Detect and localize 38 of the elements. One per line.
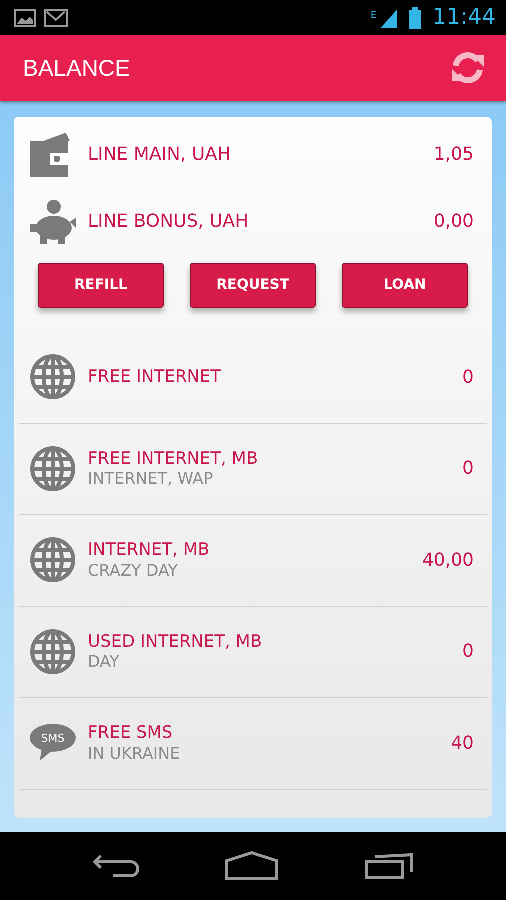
service-title: INTERNET, MB	[88, 540, 210, 561]
action-button[interactable]: REQUEST	[190, 263, 316, 308]
mail-icon	[44, 8, 68, 26]
service-value: 40	[451, 732, 474, 756]
service-subtitle: DAY	[88, 652, 121, 672]
battery-icon	[408, 6, 421, 28]
signal-icon	[380, 8, 397, 28]
screen-title: BALANCE	[23, 54, 130, 83]
service-value: 0	[462, 640, 474, 664]
wallet-icon	[30, 132, 72, 176]
globe-icon	[30, 628, 76, 675]
service-title: FREE SMS	[88, 723, 174, 744]
action-button[interactable]: REFILL	[38, 263, 164, 308]
balance-value: 0,00	[434, 210, 474, 234]
service-subtitle: INTERNET, WAP	[88, 469, 214, 489]
home-icon[interactable]	[225, 851, 279, 881]
network-type: E	[370, 12, 377, 20]
service-title: USED INTERNET, MB	[88, 632, 262, 652]
service-value: 0	[462, 457, 474, 482]
balance-value: 1,05	[434, 143, 474, 167]
service-subtitle: IN UKRAINE	[88, 744, 180, 764]
service-value: 40,00	[422, 548, 474, 573]
globe-icon	[30, 354, 76, 400]
globe-icon	[30, 537, 76, 584]
service-value: 0	[462, 366, 474, 390]
recent-apps-icon[interactable]	[365, 852, 415, 880]
service-title: FREE INTERNET	[88, 367, 221, 388]
back-icon[interactable]	[91, 852, 139, 880]
service-title: FREE INTERNET, MB	[88, 448, 258, 470]
gallery-icon	[14, 8, 36, 26]
balance-label: LINE MAIN, UAH	[88, 143, 231, 167]
piggy-bank-icon	[30, 200, 76, 244]
globe-icon	[30, 446, 76, 492]
action-button[interactable]: LOAN	[342, 263, 468, 308]
refresh-icon[interactable]	[450, 51, 486, 85]
clock: 11:44	[432, 6, 496, 28]
balance-label: LINE BONUS, UAH	[88, 210, 249, 234]
service-subtitle: CRAZY DAY	[88, 560, 179, 580]
